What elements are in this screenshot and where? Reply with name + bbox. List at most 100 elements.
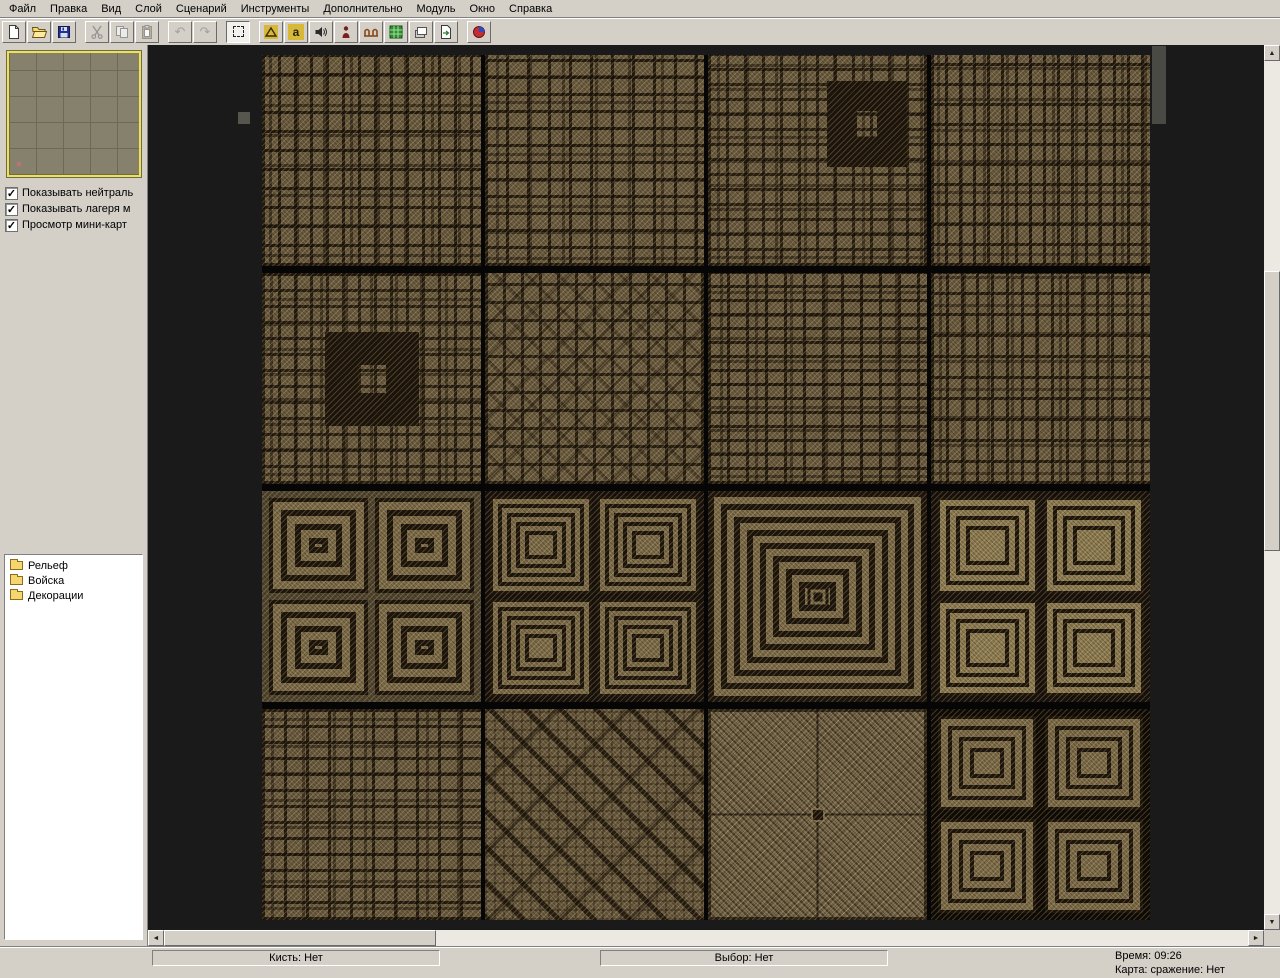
- map-tile[interactable]: [931, 273, 1150, 484]
- map-tile[interactable]: [485, 55, 704, 266]
- minimap-preview[interactable]: ×: [5, 50, 142, 178]
- checkbox-check-icon[interactable]: ✓: [5, 202, 18, 216]
- horizontal-scrollbar[interactable]: ◄ ►: [148, 930, 1264, 946]
- unit-figure-icon: [342, 25, 350, 38]
- terrain-button[interactable]: [259, 20, 283, 43]
- toolbar: ↶ ↷ a: [0, 17, 1280, 45]
- status-selection: Выбор: Нет: [600, 950, 888, 966]
- up-arrow-icon: ▲: [1268, 49, 1276, 57]
- tree-item-label: Декорации: [28, 589, 84, 602]
- vertical-scroll-track[interactable]: [1264, 61, 1280, 914]
- checkbox-show-neutral[interactable]: ✓ Показывать нейтраль: [5, 185, 144, 201]
- save-button[interactable]: [52, 20, 76, 43]
- layers-button[interactable]: [409, 20, 433, 43]
- copy-button[interactable]: [110, 20, 134, 43]
- checkbox-label: Показывать лагеря м: [22, 203, 131, 215]
- menu-module[interactable]: Модуль: [409, 2, 462, 16]
- menu-help[interactable]: Справка: [502, 2, 559, 16]
- tree-item-label: Рельеф: [28, 559, 68, 572]
- redo-button[interactable]: ↷: [193, 20, 217, 43]
- folder-icon: [10, 559, 23, 570]
- map-tile[interactable]: [708, 55, 927, 266]
- map-tile[interactable]: [262, 491, 481, 702]
- map-tile[interactable]: [485, 709, 704, 920]
- select-rect-button[interactable]: [226, 20, 250, 43]
- map-canvas[interactable]: [148, 45, 1264, 930]
- menu-tools[interactable]: Инструменты: [234, 2, 317, 16]
- menu-edit[interactable]: Правка: [43, 2, 94, 16]
- horizontal-scroll-track[interactable]: [164, 930, 1248, 946]
- menu-window[interactable]: Окно: [462, 2, 502, 16]
- redo-arrow-icon: ↷: [199, 24, 211, 39]
- tile-grid: [262, 55, 1150, 920]
- checkbox-minimap-view[interactable]: ✓ Просмотр мини-карт: [5, 217, 144, 233]
- scroll-down-button[interactable]: ▼: [1264, 914, 1280, 930]
- selection-marquee-icon: [232, 26, 244, 37]
- menu-layer[interactable]: Слой: [128, 2, 169, 16]
- menu-file[interactable]: Файл: [2, 2, 43, 16]
- map-tile[interactable]: [262, 709, 481, 920]
- map-tile[interactable]: [708, 491, 927, 702]
- checkbox-check-icon[interactable]: ✓: [5, 218, 18, 232]
- paste-button[interactable]: [135, 20, 159, 43]
- module-button[interactable]: [467, 20, 491, 43]
- grid-button[interactable]: [384, 20, 408, 43]
- blank-page-icon: [9, 24, 19, 39]
- text-button[interactable]: a: [284, 20, 308, 43]
- map-edge-marker: [238, 112, 250, 124]
- layers-icon: [415, 26, 427, 38]
- map-tile[interactable]: [485, 273, 704, 484]
- export-button[interactable]: [434, 20, 458, 43]
- scissors-icon: [91, 25, 103, 39]
- vertical-scrollbar[interactable]: ▲ ▼: [1264, 45, 1280, 930]
- right-arrow-icon: ►: [1252, 934, 1260, 942]
- map-tile[interactable]: [708, 709, 927, 920]
- letter-a-icon: a: [288, 23, 304, 40]
- vertical-scroll-thumb[interactable]: [1264, 271, 1280, 551]
- checkbox-show-camps[interactable]: ✓ Показывать лагеря м: [5, 201, 144, 217]
- map-tile[interactable]: [485, 491, 704, 702]
- new-file-button[interactable]: [2, 20, 26, 43]
- speaker-icon: [315, 26, 327, 37]
- clipboard-icon: [142, 24, 152, 39]
- folder-icon: [10, 574, 23, 585]
- map-tile[interactable]: [262, 55, 481, 266]
- checkbox-label: Просмотр мини-карт: [22, 219, 127, 231]
- undo-arrow-icon: ↶: [174, 24, 186, 39]
- left-arrow-icon: ◄: [152, 934, 160, 942]
- checkbox-label: Показывать нейтраль: [22, 187, 134, 199]
- map-tile[interactable]: [931, 709, 1150, 920]
- map-tile[interactable]: [931, 491, 1150, 702]
- sidebar: × ✓ Показывать нейтраль ✓ Показывать лаг…: [0, 45, 148, 946]
- horizontal-scroll-thumb[interactable]: [164, 930, 436, 946]
- map-tile[interactable]: [708, 273, 927, 484]
- menu-scenario[interactable]: Сценарий: [169, 2, 234, 16]
- down-arrow-icon: ▼: [1268, 918, 1276, 926]
- open-button[interactable]: [27, 20, 51, 43]
- status-map: Карта: сражение: Нет: [1115, 964, 1225, 976]
- scroll-right-button[interactable]: ►: [1248, 930, 1264, 946]
- units-button[interactable]: [334, 20, 358, 43]
- bridge-button[interactable]: [359, 20, 383, 43]
- tree-item-label: Войска: [28, 574, 65, 587]
- menu-bar: Файл Правка Вид Слой Сценарий Инструмент…: [0, 0, 1280, 17]
- tree-item-decorations[interactable]: Декорации: [7, 588, 140, 603]
- map-tile[interactable]: [262, 273, 481, 484]
- undo-button[interactable]: ↶: [168, 20, 192, 43]
- tree-item-relief[interactable]: Рельеф: [7, 558, 140, 573]
- checkbox-check-icon[interactable]: ✓: [5, 186, 18, 200]
- status-bar: Кисть: Нет Выбор: Нет Время: 09:26 Карта…: [0, 946, 1280, 978]
- cut-button[interactable]: [85, 20, 109, 43]
- scroll-left-button[interactable]: ◄: [148, 930, 164, 946]
- status-brush: Кисть: Нет: [152, 950, 440, 966]
- open-folder-icon: [31, 26, 47, 38]
- map-tile[interactable]: [931, 55, 1150, 266]
- scroll-up-button[interactable]: ▲: [1264, 45, 1280, 61]
- menu-extra[interactable]: Дополнительно: [316, 2, 409, 16]
- floppy-disk-icon: [58, 25, 70, 38]
- menu-view[interactable]: Вид: [94, 2, 128, 16]
- sound-button[interactable]: [309, 20, 333, 43]
- page-export-icon: [441, 24, 451, 39]
- tree-item-troops[interactable]: Войска: [7, 573, 140, 588]
